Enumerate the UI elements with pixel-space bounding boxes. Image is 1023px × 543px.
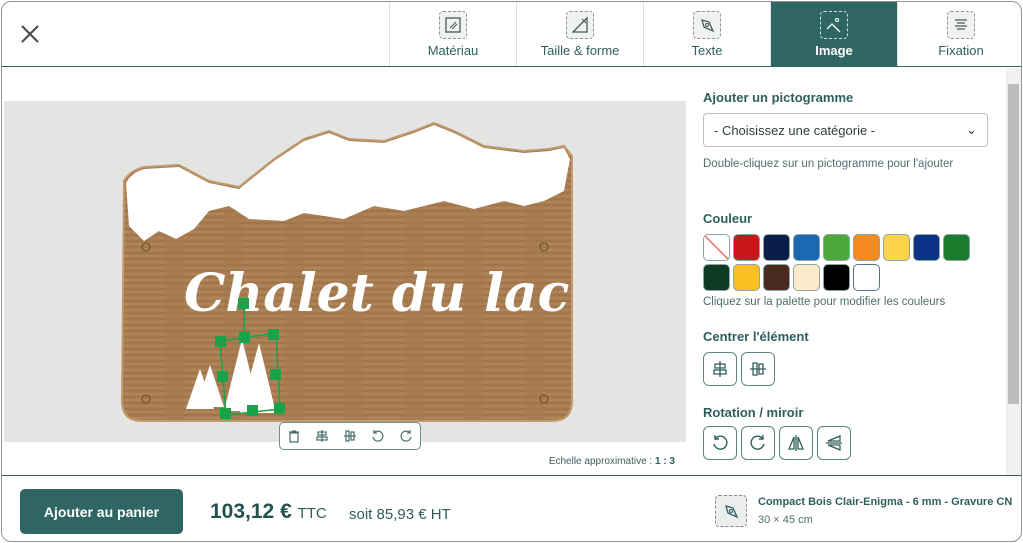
color-swatch[interactable] (823, 264, 850, 291)
footer: Ajouter au panier 103,12 € TTC soit 85,9… (2, 475, 1021, 541)
color-swatch[interactable] (913, 234, 940, 261)
center-horizontal-icon (713, 361, 727, 377)
add-to-cart-button[interactable]: Ajouter au panier (20, 489, 183, 534)
rotate-left-icon[interactable] (368, 426, 388, 446)
image-options-panel: Ajouter un pictogramme - Choisissez une … (703, 68, 1005, 476)
tab-texte[interactable]: Texte (643, 2, 770, 66)
color-swatch[interactable] (733, 264, 760, 291)
center-vertical-icon[interactable] (340, 426, 360, 446)
rotate-left-icon (713, 435, 728, 450)
center-horizontal-icon[interactable] (312, 426, 332, 446)
pictogram-hint: Double-cliquez sur un pictogramme pour l… (703, 158, 954, 170)
header: Matériau Taille & forme Texte Image Fixa… (2, 2, 1021, 67)
size-shape-icon (566, 11, 594, 39)
mirror-horizontal-button[interactable] (779, 426, 813, 460)
tab-label: Taille & forme (540, 43, 620, 58)
color-swatch[interactable] (793, 234, 820, 261)
scrollbar-thumb[interactable] (1008, 84, 1019, 404)
sign-preview: Chalet du lac (120, 121, 573, 422)
color-swatch[interactable] (943, 234, 970, 261)
price-ht: soit 85,93 € HT (349, 506, 451, 523)
rotate-right-button[interactable] (741, 426, 775, 460)
color-swatch[interactable] (763, 234, 790, 261)
tab-label: Image (815, 43, 853, 58)
pictogram-title: Ajouter un pictogramme (703, 90, 854, 105)
screw-icon (947, 11, 975, 39)
color-swatch[interactable] (793, 264, 820, 291)
center-vertical-button[interactable] (741, 352, 775, 386)
scale-indicator: Echelle approximative : 1 : 3 (549, 456, 675, 467)
rotate-left-button[interactable] (703, 426, 737, 460)
tab-fixation[interactable]: Fixation (897, 2, 1021, 66)
tab-materiau[interactable]: Matériau (389, 2, 516, 66)
color-hint: Cliquez sur la palette pour modifier les… (703, 296, 946, 308)
mirror-vertical-icon (826, 435, 842, 451)
color-swatch[interactable] (703, 264, 730, 291)
tab-label: Matériau (427, 43, 479, 58)
sign-preview-canvas[interactable]: Chalet du lac (4, 101, 686, 442)
chevron-down-icon: ⌄ (966, 122, 977, 137)
configurator-window: Matériau Taille & forme Texte Image Fixa… (1, 1, 1022, 542)
close-icon[interactable] (18, 22, 42, 46)
color-swatch[interactable] (853, 234, 880, 261)
tab-taille-forme[interactable]: Taille & forme (516, 2, 643, 66)
center-horizontal-button[interactable] (703, 352, 737, 386)
panel-scrollbar[interactable] (1006, 68, 1021, 476)
sign-text[interactable]: Chalet du lac (184, 263, 569, 324)
color-swatch[interactable] (763, 264, 790, 291)
pen-icon (715, 495, 747, 527)
mirror-horizontal-icon (788, 435, 804, 451)
tab-label: Fixation (938, 43, 984, 58)
rotate-right-icon (750, 435, 765, 450)
category-select-value: - Choisissez une catégorie - (714, 122, 876, 138)
color-swatch-none[interactable] (703, 234, 730, 261)
product-name: Compact Bois Clair-Enigma - 6 mm - Gravu… (758, 496, 1013, 508)
color-swatch[interactable] (823, 234, 850, 261)
material-icon (439, 11, 467, 39)
pen-icon (693, 11, 721, 39)
scale-label: Echelle approximative : (548, 456, 655, 467)
ttc-label: TTC (297, 505, 327, 522)
color-palette (703, 234, 983, 291)
category-select[interactable]: - Choisissez une catégorie - ⌄ (703, 113, 988, 147)
tab-bar: Matériau Taille & forme Texte Image Fixa… (389, 2, 1021, 66)
tab-image[interactable]: Image (770, 2, 897, 66)
product-size: 30 × 45 cm (758, 514, 813, 526)
price-ttc: 103,12 € TTC (210, 500, 327, 524)
trash-icon[interactable] (284, 426, 304, 446)
scale-value: 1 : 3 (654, 456, 675, 467)
center-vertical-icon (750, 362, 766, 376)
price-ttc-value: 103,12 € (210, 500, 292, 523)
color-title: Couleur (703, 211, 753, 226)
tab-label: Texte (691, 43, 723, 58)
rotation-title: Rotation / miroir (703, 405, 804, 420)
color-swatch[interactable] (733, 234, 760, 261)
color-swatch[interactable] (883, 234, 910, 261)
mirror-vertical-button[interactable] (817, 426, 851, 460)
element-toolbar (279, 422, 421, 450)
center-title: Centrer l'élément (703, 329, 809, 344)
color-swatch[interactable] (853, 264, 880, 291)
image-icon (820, 11, 848, 39)
rotate-right-icon[interactable] (396, 426, 416, 446)
